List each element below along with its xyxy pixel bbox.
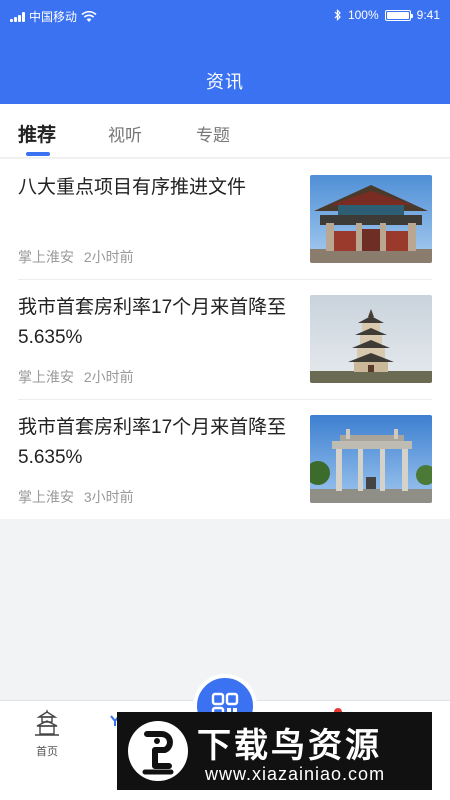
article-time: 3小时前 (83, 489, 134, 505)
article-source: 掌上淮安 (18, 489, 74, 505)
nav-home[interactable]: 首页 (22, 707, 72, 759)
watermark-title: 下载鸟资源 (197, 727, 382, 765)
article-meta: 掌上淮安 2小时前 (18, 247, 134, 267)
bluetooth-icon (334, 9, 341, 21)
article-title: 我市首套房利率17个月来首降至5.635% (18, 417, 287, 468)
article-source: 掌上淮安 (18, 369, 74, 385)
article-source: 掌上淮安 (18, 249, 74, 265)
article-list: 八大重点项目有序推进文件 掌上淮安 2小时前 我市首套房利率17个月来首降至5.… (0, 159, 450, 519)
article-title: 八大重点项目有序推进文件 (18, 177, 247, 198)
signal-icon (10, 11, 25, 22)
page-title: 资讯 (206, 72, 244, 92)
article-time: 2小时前 (83, 249, 134, 265)
active-tab-indicator (26, 152, 50, 156)
battery-icon (384, 9, 413, 21)
bird-logo-icon (128, 721, 188, 781)
carrier-name: 中国移动 (29, 10, 78, 24)
nav-home-label: 首页 (36, 746, 58, 758)
battery-percent: 100% (347, 8, 379, 22)
wifi-icon (81, 10, 97, 22)
article-meta: 掌上淮安 3小时前 (18, 487, 134, 507)
tab-video[interactable]: 视听 (108, 121, 142, 146)
memorial-gate-image (310, 415, 432, 503)
status-bar: 中国移动 100% 9:41 (0, 0, 450, 30)
tab-recommend[interactable]: 推荐 (18, 120, 56, 147)
article-item[interactable]: 八大重点项目有序推进文件 掌上淮安 2小时前 (0, 159, 450, 279)
article-title: 我市首套房利率17个月来首降至5.635% (18, 297, 287, 348)
article-meta: 掌上淮安 2小时前 (18, 367, 134, 387)
archway-image (310, 175, 432, 263)
tab-topics[interactable]: 专题 (196, 121, 230, 146)
article-item[interactable]: 我市首套房利率17个月来首降至5.635% 掌上淮安 2小时前 (0, 279, 450, 399)
pagoda-home-icon (35, 709, 59, 736)
article-item[interactable]: 我市首套房利率17个月来首降至5.635% 掌上淮安 3小时前 (0, 399, 450, 519)
clock: 9:41 (416, 8, 440, 22)
watermark-url: www.xiazainiao.com (205, 764, 386, 784)
article-time: 2小时前 (83, 369, 134, 385)
app-header: 中国移动 100% 9:41 资讯 (0, 0, 450, 104)
pagoda-image (310, 295, 432, 383)
category-tabs: 推荐 视听 专题 (0, 104, 450, 158)
watermark-banner: 下载鸟资源 www.xiazainiao.com (117, 712, 432, 790)
